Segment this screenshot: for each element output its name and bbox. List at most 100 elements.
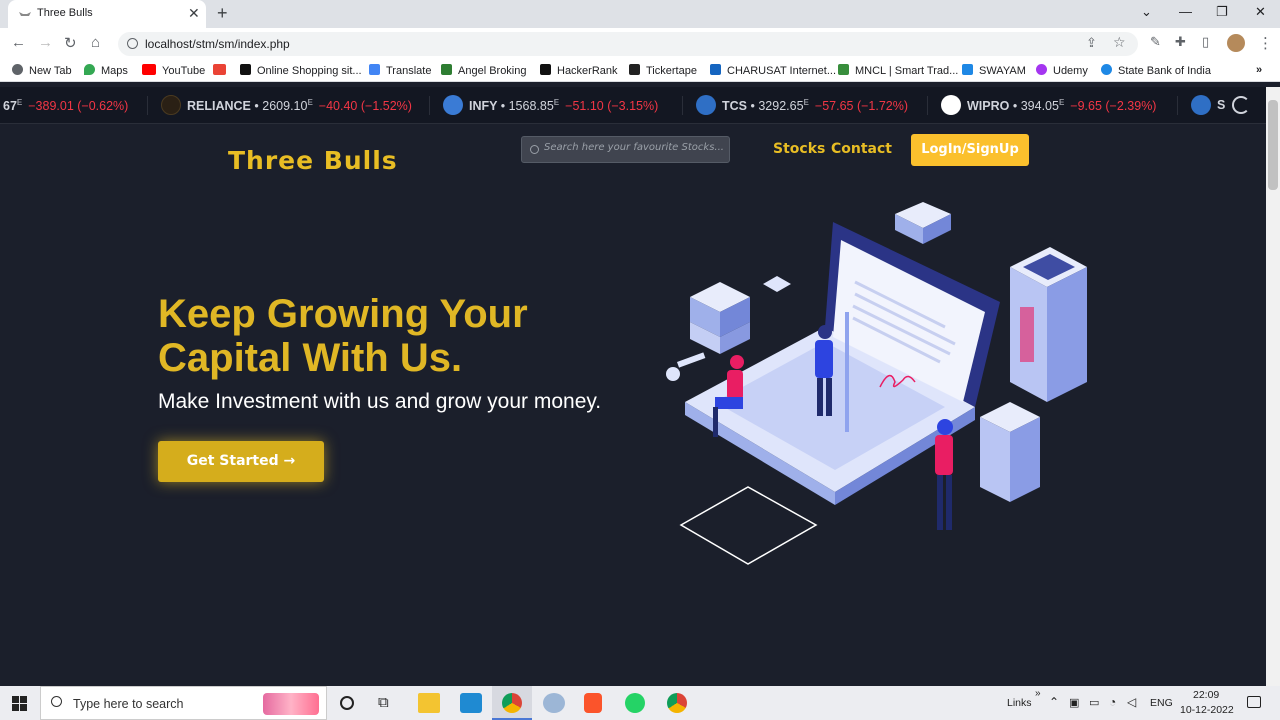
bookmarks-bar: New Tab Maps YouTube Online Shopping sit… bbox=[0, 60, 1280, 82]
ticker-item[interactable]: TCS • 3292.65E −57.65 (−1.72%) bbox=[722, 98, 908, 113]
menu-kebab-icon[interactable]: ⋮ bbox=[1258, 34, 1273, 52]
bookmark-gmail[interactable] bbox=[213, 64, 232, 77]
ticker-separator bbox=[927, 96, 928, 115]
scrollbar-thumb[interactable] bbox=[1268, 100, 1278, 190]
clock-time[interactable]: 22:09 bbox=[1193, 689, 1219, 701]
whatsapp-icon[interactable] bbox=[625, 693, 645, 713]
reload-icon[interactable]: ↻ bbox=[64, 34, 77, 52]
extensions-puzzle-icon[interactable]: ✚ bbox=[1175, 34, 1186, 50]
small-tile-shape bbox=[763, 276, 791, 292]
search-icon bbox=[530, 145, 539, 154]
login-signup-button[interactable]: LogIn/SignUp bbox=[911, 134, 1029, 166]
language-indicator[interactable]: ENG bbox=[1150, 697, 1173, 709]
reliance-logo-icon bbox=[161, 95, 181, 115]
hero-title: Keep Growing Your Capital With Us. bbox=[158, 292, 528, 380]
tickertape-icon bbox=[629, 64, 640, 75]
ticker-item[interactable]: WIPRO • 394.05E −9.65 (−2.39%) bbox=[967, 98, 1156, 113]
url-text: localhost/stm/sm/index.php bbox=[145, 37, 290, 51]
wifi-icon[interactable]: ◔ bbox=[1109, 695, 1116, 709]
battery-icon[interactable]: ▭ bbox=[1089, 696, 1099, 709]
tcs-logo-icon bbox=[696, 95, 716, 115]
snipping-tool-icon[interactable] bbox=[543, 693, 565, 713]
cortana-icon[interactable] bbox=[340, 696, 354, 710]
taskbar-search-placeholder: Type here to search bbox=[73, 697, 184, 711]
bookmark-tickertape[interactable]: Tickertape bbox=[629, 64, 697, 77]
bookmark-maps[interactable]: Maps bbox=[84, 64, 128, 77]
brave-icon[interactable] bbox=[584, 693, 602, 713]
get-started-button[interactable]: Get Started → bbox=[158, 441, 324, 482]
back-icon[interactable]: ← bbox=[11, 34, 26, 51]
server-stack-left bbox=[690, 282, 750, 354]
chrome-icon bbox=[502, 693, 522, 713]
maximize-icon[interactable]: ❐ bbox=[1216, 4, 1228, 20]
task-view-icon[interactable]: ⧉ bbox=[378, 694, 389, 711]
ticker-refresh-icon[interactable] bbox=[1232, 96, 1250, 114]
sbi-icon bbox=[1101, 64, 1112, 75]
tab-search-chevron-icon[interactable]: ⌄ bbox=[1141, 4, 1152, 20]
bookmark-hackerrank[interactable]: HackerRank bbox=[540, 64, 618, 77]
links-expand-icon[interactable]: » bbox=[1035, 688, 1041, 699]
close-tab-icon[interactable]: ✕ bbox=[188, 5, 200, 22]
device-icon[interactable]: ▣ bbox=[1069, 696, 1079, 709]
nav-contact[interactable]: Contact bbox=[831, 141, 892, 157]
bookmark-charusat[interactable]: CHARUSAT Internet... bbox=[710, 64, 836, 77]
profile-avatar[interactable] bbox=[1227, 34, 1245, 52]
sbi-logo-icon bbox=[1191, 95, 1211, 115]
bookmark-angel-broking[interactable]: Angel Broking bbox=[441, 64, 527, 77]
bookmarks-overflow-icon[interactable]: » bbox=[1256, 64, 1262, 76]
nav-stocks[interactable]: Stocks bbox=[773, 141, 825, 157]
forward-icon[interactable]: → bbox=[38, 34, 53, 51]
globe-icon bbox=[12, 64, 23, 75]
windows-start-icon[interactable] bbox=[12, 696, 27, 711]
extension-pen-icon[interactable]: ✎ bbox=[1150, 34, 1161, 50]
bookmark-new-tab[interactable]: New Tab bbox=[12, 64, 72, 77]
file-explorer-icon[interactable] bbox=[418, 693, 440, 713]
minimize-icon[interactable]: — bbox=[1179, 4, 1192, 19]
browser-tab[interactable]: Three Bulls ✕ bbox=[8, 0, 206, 28]
clock-date[interactable]: 10-12-2022 bbox=[1180, 704, 1234, 716]
notification-icon[interactable] bbox=[1247, 696, 1261, 708]
maps-pin-icon bbox=[84, 64, 95, 75]
window-close-icon[interactable]: ✕ bbox=[1255, 4, 1266, 20]
gmail-icon bbox=[213, 64, 226, 75]
bookmark-online-shopping[interactable]: Online Shopping sit... bbox=[240, 64, 362, 77]
ticker-item[interactable]: RELIANCE • 2609.10E −40.40 (−1.52%) bbox=[187, 98, 412, 113]
ticker-item[interactable]: INFY • 1568.85E −51.10 (−3.15%) bbox=[469, 98, 658, 113]
links-toolbar[interactable]: Links bbox=[1007, 697, 1032, 709]
chrome-profile-icon[interactable] bbox=[667, 693, 687, 713]
address-bar[interactable]: localhost/stm/sm/index.php ⇪ ☆ bbox=[118, 32, 1138, 56]
bookmark-udemy[interactable]: Udemy bbox=[1036, 64, 1088, 77]
bookmark-sbi[interactable]: State Bank of India bbox=[1101, 64, 1211, 77]
bookmark-mncl[interactable]: MNCL | Smart Trad... bbox=[838, 64, 958, 77]
stock-search[interactable] bbox=[521, 136, 730, 163]
vscode-icon[interactable] bbox=[460, 693, 482, 713]
angel-icon bbox=[441, 64, 452, 75]
bookmark-translate[interactable]: Translate bbox=[369, 64, 431, 77]
volume-icon[interactable]: ◁ bbox=[1127, 695, 1136, 709]
bookmark-star-icon[interactable]: ☆ bbox=[1113, 34, 1126, 51]
youtube-icon bbox=[142, 64, 156, 75]
page-content: Three Bulls Stocks Contact LogIn/SignUp … bbox=[0, 124, 1266, 686]
tray-expand-icon[interactable]: ⌃ bbox=[1049, 695, 1059, 709]
server-tower-right bbox=[1010, 247, 1087, 402]
share-icon[interactable]: ⇪ bbox=[1086, 35, 1097, 51]
home-icon[interactable]: ⌂ bbox=[91, 34, 100, 51]
key-icon bbox=[666, 352, 706, 381]
stock-ticker: 67E −389.01 (−0.62%) RELIANCE • 2609.10E −… bbox=[0, 87, 1266, 124]
ticker-separator bbox=[429, 96, 430, 115]
ticker-item[interactable]: S bbox=[1217, 98, 1225, 112]
side-panel-icon[interactable]: ▯ bbox=[1202, 34, 1209, 50]
stock-search-input[interactable] bbox=[544, 142, 724, 153]
site-brand[interactable]: Three Bulls bbox=[228, 146, 398, 175]
bookmark-swayam[interactable]: SWAYAM bbox=[962, 64, 1026, 77]
browser-toolbar: ← → ↻ ⌂ localhost/stm/sm/index.php ⇪ ☆ ✎… bbox=[0, 28, 1280, 60]
new-tab-icon[interactable]: + bbox=[217, 3, 228, 24]
taskbar-search-box[interactable]: Type here to search bbox=[40, 686, 327, 720]
bookmark-youtube[interactable]: YouTube bbox=[142, 64, 205, 77]
mncl-icon bbox=[838, 64, 849, 75]
ticker-item[interactable]: 67E −389.01 (−0.62%) bbox=[3, 98, 128, 113]
hackerrank-icon bbox=[540, 64, 551, 75]
ticker-separator bbox=[682, 96, 683, 115]
bull-favicon-icon bbox=[19, 12, 31, 16]
site-info-icon[interactable] bbox=[127, 38, 138, 49]
